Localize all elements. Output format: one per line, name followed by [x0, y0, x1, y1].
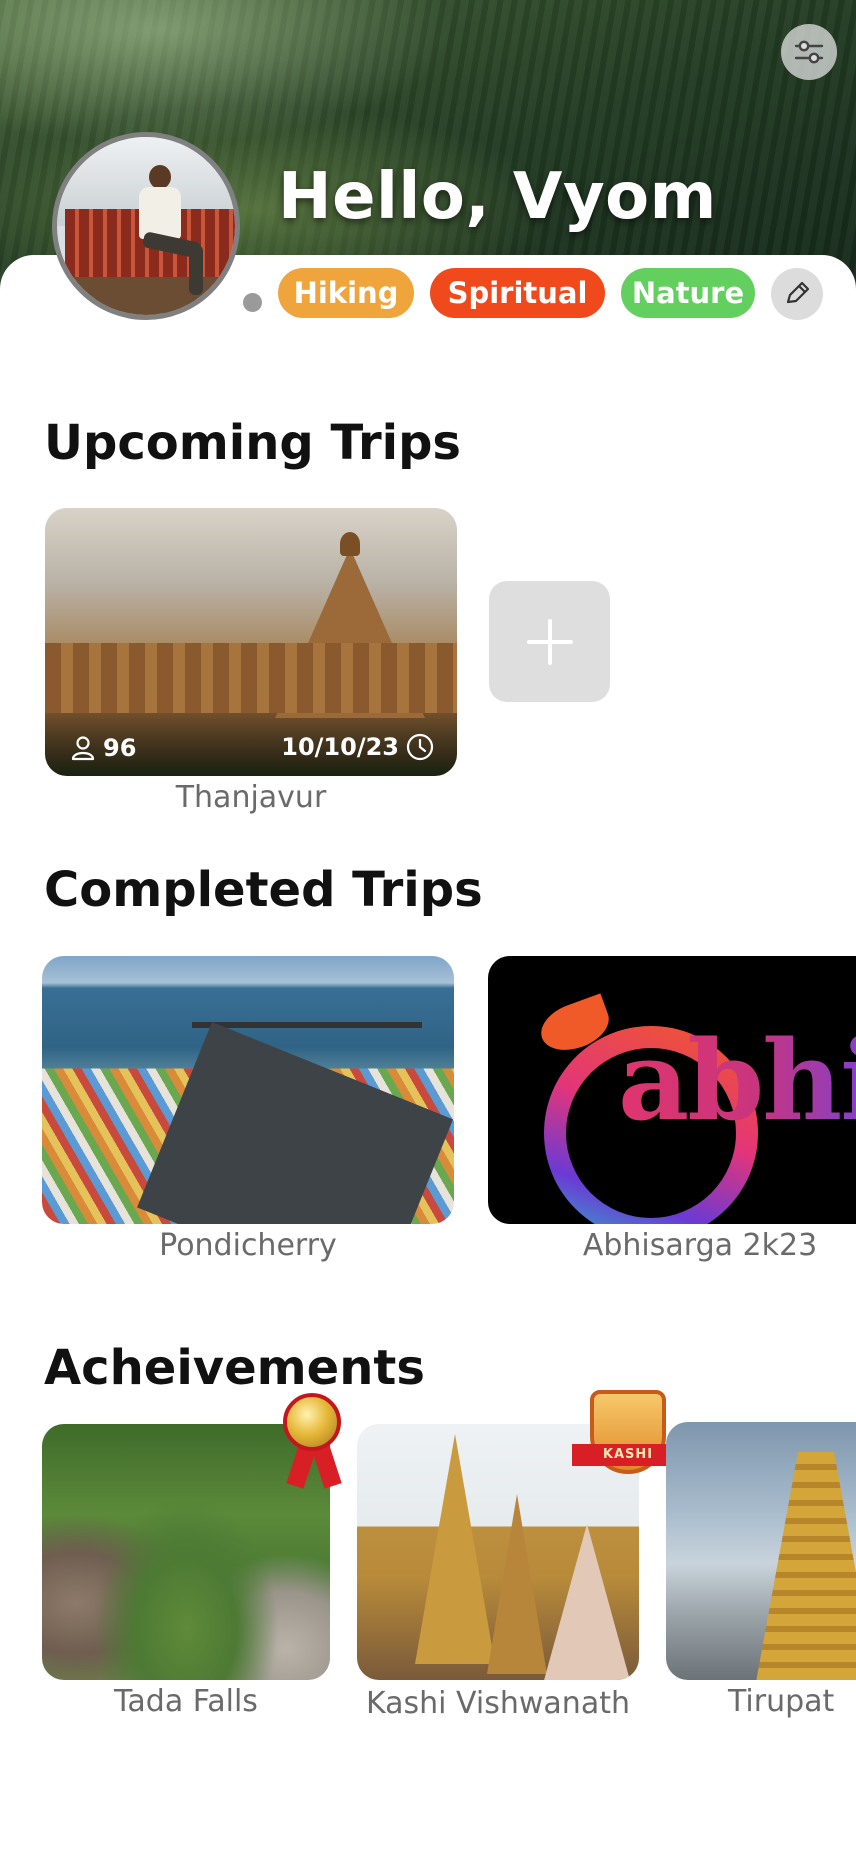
- plus-icon: [526, 618, 573, 665]
- greeting-title: Hello, Vyom: [278, 160, 717, 234]
- trip-caption: Abhisarga 2k23: [582, 1228, 818, 1263]
- section-title-completed: Completed Trips: [44, 862, 483, 918]
- tag-label: Spiritual: [447, 276, 588, 310]
- date-label: 10/10/23: [281, 733, 399, 761]
- trip-card-abhisarga[interactable]: abhisa: [488, 956, 856, 1224]
- tag-label: Nature: [631, 276, 745, 310]
- section-title-upcoming: Upcoming Trips: [44, 415, 461, 471]
- sliders-icon: [794, 40, 824, 64]
- trip-date: 10/10/23: [281, 732, 435, 762]
- abhisarga-logo-text: abhisa: [618, 1016, 856, 1145]
- trip-caption: Pondicherry: [159, 1228, 337, 1263]
- clock-icon: [406, 733, 434, 761]
- trip-members: 96: [69, 734, 136, 762]
- pencil-icon: [786, 281, 810, 304]
- achievement-caption: Tada Falls: [114, 1684, 258, 1719]
- avatar[interactable]: [52, 132, 240, 320]
- status-dot: [243, 293, 262, 312]
- section-title-achievements: Acheivements: [44, 1340, 425, 1396]
- tag-label: Hiking: [293, 276, 399, 310]
- edit-tags-button[interactable]: [771, 268, 823, 320]
- medal-badge-icon: [283, 1393, 353, 1493]
- person-icon: [71, 736, 95, 761]
- achievement-caption: Kashi Vishwanath: [366, 1686, 630, 1721]
- tag-spiritual[interactable]: Spiritual: [430, 268, 605, 318]
- add-trip-button[interactable]: [489, 581, 610, 702]
- trip-card-thanjavur[interactable]: 96 10/10/23: [45, 508, 457, 776]
- tag-nature[interactable]: Nature: [621, 268, 755, 318]
- achievement-caption: Tirupat: [728, 1684, 835, 1719]
- trip-caption: Thanjavur: [175, 780, 327, 815]
- trip-card-pondicherry[interactable]: [42, 956, 454, 1224]
- achievement-card-tirupati[interactable]: [666, 1422, 856, 1680]
- tag-hiking[interactable]: Hiking: [278, 268, 414, 318]
- members-count: 96: [103, 734, 137, 762]
- filter-button[interactable]: [781, 24, 837, 80]
